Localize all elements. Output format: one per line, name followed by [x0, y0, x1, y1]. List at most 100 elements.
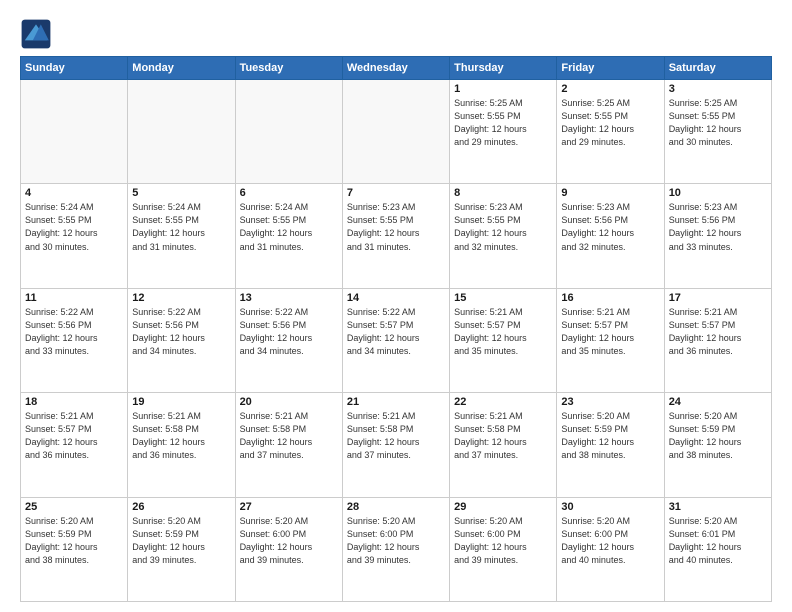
weekday-header-row: SundayMondayTuesdayWednesdayThursdayFrid…	[21, 57, 772, 80]
calendar-cell: 6 Sunrise: 5:24 AM Sunset: 5:55 PM Daylig…	[235, 184, 342, 288]
day-info: Sunrise: 5:20 AM Sunset: 6:01 PM Dayligh…	[669, 515, 767, 567]
day-number: 8	[454, 187, 552, 199]
day-info: Sunrise: 5:20 AM Sunset: 5:59 PM Dayligh…	[561, 410, 659, 462]
week-row-3: 11 Sunrise: 5:22 AM Sunset: 5:56 PM Dayli…	[21, 288, 772, 392]
day-info: Sunrise: 5:25 AM Sunset: 5:55 PM Dayligh…	[454, 97, 552, 149]
day-info: Sunrise: 5:23 AM Sunset: 5:55 PM Dayligh…	[347, 201, 445, 253]
calendar-cell: 10 Sunrise: 5:23 AM Sunset: 5:56 PM Dayli…	[664, 184, 771, 288]
week-row-2: 4 Sunrise: 5:24 AM Sunset: 5:55 PM Daylig…	[21, 184, 772, 288]
day-number: 21	[347, 396, 445, 408]
weekday-saturday: Saturday	[664, 57, 771, 80]
day-info: Sunrise: 5:22 AM Sunset: 5:57 PM Dayligh…	[347, 306, 445, 358]
day-info: Sunrise: 5:20 AM Sunset: 5:59 PM Dayligh…	[132, 515, 230, 567]
day-number: 16	[561, 292, 659, 304]
day-info: Sunrise: 5:24 AM Sunset: 5:55 PM Dayligh…	[25, 201, 123, 253]
day-info: Sunrise: 5:20 AM Sunset: 6:00 PM Dayligh…	[454, 515, 552, 567]
weekday-wednesday: Wednesday	[342, 57, 449, 80]
day-number: 7	[347, 187, 445, 199]
weekday-thursday: Thursday	[450, 57, 557, 80]
calendar-cell: 2 Sunrise: 5:25 AM Sunset: 5:55 PM Daylig…	[557, 80, 664, 184]
calendar-cell	[342, 80, 449, 184]
page-header	[20, 18, 772, 50]
calendar-cell: 18 Sunrise: 5:21 AM Sunset: 5:57 PM Dayli…	[21, 393, 128, 497]
day-number: 17	[669, 292, 767, 304]
day-info: Sunrise: 5:20 AM Sunset: 5:59 PM Dayligh…	[669, 410, 767, 462]
day-number: 13	[240, 292, 338, 304]
day-number: 6	[240, 187, 338, 199]
calendar-cell: 8 Sunrise: 5:23 AM Sunset: 5:55 PM Daylig…	[450, 184, 557, 288]
day-info: Sunrise: 5:21 AM Sunset: 5:58 PM Dayligh…	[347, 410, 445, 462]
day-number: 24	[669, 396, 767, 408]
day-info: Sunrise: 5:22 AM Sunset: 5:56 PM Dayligh…	[132, 306, 230, 358]
day-info: Sunrise: 5:21 AM Sunset: 5:57 PM Dayligh…	[669, 306, 767, 358]
day-number: 5	[132, 187, 230, 199]
day-info: Sunrise: 5:20 AM Sunset: 6:00 PM Dayligh…	[240, 515, 338, 567]
day-number: 31	[669, 501, 767, 513]
weekday-sunday: Sunday	[21, 57, 128, 80]
day-info: Sunrise: 5:23 AM Sunset: 5:56 PM Dayligh…	[561, 201, 659, 253]
day-info: Sunrise: 5:20 AM Sunset: 6:00 PM Dayligh…	[347, 515, 445, 567]
day-number: 26	[132, 501, 230, 513]
day-number: 18	[25, 396, 123, 408]
day-number: 30	[561, 501, 659, 513]
day-number: 27	[240, 501, 338, 513]
calendar-cell: 21 Sunrise: 5:21 AM Sunset: 5:58 PM Dayli…	[342, 393, 449, 497]
day-number: 20	[240, 396, 338, 408]
day-info: Sunrise: 5:21 AM Sunset: 5:57 PM Dayligh…	[454, 306, 552, 358]
calendar-cell: 4 Sunrise: 5:24 AM Sunset: 5:55 PM Daylig…	[21, 184, 128, 288]
calendar-cell: 13 Sunrise: 5:22 AM Sunset: 5:56 PM Dayli…	[235, 288, 342, 392]
day-info: Sunrise: 5:23 AM Sunset: 5:56 PM Dayligh…	[669, 201, 767, 253]
week-row-1: 1 Sunrise: 5:25 AM Sunset: 5:55 PM Daylig…	[21, 80, 772, 184]
calendar-cell: 29 Sunrise: 5:20 AM Sunset: 6:00 PM Dayli…	[450, 497, 557, 601]
calendar-cell: 23 Sunrise: 5:20 AM Sunset: 5:59 PM Dayli…	[557, 393, 664, 497]
day-number: 10	[669, 187, 767, 199]
calendar-cell: 5Sunrise: 5:24 AM Sunset: 5:55 PM Daylig…	[128, 184, 235, 288]
weekday-friday: Friday	[557, 57, 664, 80]
calendar-cell	[235, 80, 342, 184]
week-row-4: 18 Sunrise: 5:21 AM Sunset: 5:57 PM Dayli…	[21, 393, 772, 497]
day-number: 23	[561, 396, 659, 408]
day-number: 25	[25, 501, 123, 513]
weekday-monday: Monday	[128, 57, 235, 80]
calendar-cell: 15 Sunrise: 5:21 AM Sunset: 5:57 PM Dayli…	[450, 288, 557, 392]
calendar-cell: 3Sunrise: 5:25 AM Sunset: 5:55 PM Daylig…	[664, 80, 771, 184]
calendar-cell: 9 Sunrise: 5:23 AM Sunset: 5:56 PM Daylig…	[557, 184, 664, 288]
day-info: Sunrise: 5:20 AM Sunset: 6:00 PM Dayligh…	[561, 515, 659, 567]
day-number: 11	[25, 292, 123, 304]
day-number: 14	[347, 292, 445, 304]
calendar-cell: 19 Sunrise: 5:21 AM Sunset: 5:58 PM Dayli…	[128, 393, 235, 497]
calendar-cell: 26 Sunrise: 5:20 AM Sunset: 5:59 PM Dayli…	[128, 497, 235, 601]
day-info: Sunrise: 5:21 AM Sunset: 5:57 PM Dayligh…	[25, 410, 123, 462]
calendar-cell	[21, 80, 128, 184]
calendar-cell: 14 Sunrise: 5:22 AM Sunset: 5:57 PM Dayli…	[342, 288, 449, 392]
day-info: Sunrise: 5:22 AM Sunset: 5:56 PM Dayligh…	[240, 306, 338, 358]
day-info: Sunrise: 5:25 AM Sunset: 5:55 PM Dayligh…	[561, 97, 659, 149]
day-info: Sunrise: 5:22 AM Sunset: 5:56 PM Dayligh…	[25, 306, 123, 358]
logo-icon	[20, 18, 52, 50]
day-number: 4	[25, 187, 123, 199]
calendar-cell	[128, 80, 235, 184]
calendar-cell: 1 Sunrise: 5:25 AM Sunset: 5:55 PM Daylig…	[450, 80, 557, 184]
day-number: 19	[132, 396, 230, 408]
logo	[20, 18, 58, 50]
day-number: 9	[561, 187, 659, 199]
day-number: 2	[561, 83, 659, 95]
day-info: Sunrise: 5:21 AM Sunset: 5:58 PM Dayligh…	[132, 410, 230, 462]
day-number: 15	[454, 292, 552, 304]
day-number: 3	[669, 83, 767, 95]
week-row-5: 25 Sunrise: 5:20 AM Sunset: 5:59 PM Dayli…	[21, 497, 772, 601]
calendar-table: SundayMondayTuesdayWednesdayThursdayFrid…	[20, 56, 772, 602]
calendar-cell: 28Sunrise: 5:20 AM Sunset: 6:00 PM Dayli…	[342, 497, 449, 601]
calendar-cell: 27 Sunrise: 5:20 AM Sunset: 6:00 PM Dayli…	[235, 497, 342, 601]
day-info: Sunrise: 5:24 AM Sunset: 5:55 PM Dayligh…	[240, 201, 338, 253]
day-number: 29	[454, 501, 552, 513]
calendar-cell: 16Sunrise: 5:21 AM Sunset: 5:57 PM Dayli…	[557, 288, 664, 392]
day-number: 1	[454, 83, 552, 95]
day-info: Sunrise: 5:23 AM Sunset: 5:55 PM Dayligh…	[454, 201, 552, 253]
weekday-tuesday: Tuesday	[235, 57, 342, 80]
calendar-cell: 12 Sunrise: 5:22 AM Sunset: 5:56 PM Dayli…	[128, 288, 235, 392]
day-number: 12	[132, 292, 230, 304]
day-number: 22	[454, 396, 552, 408]
calendar-cell: 11 Sunrise: 5:22 AM Sunset: 5:56 PM Dayli…	[21, 288, 128, 392]
calendar-cell: 25Sunrise: 5:20 AM Sunset: 5:59 PM Dayli…	[21, 497, 128, 601]
